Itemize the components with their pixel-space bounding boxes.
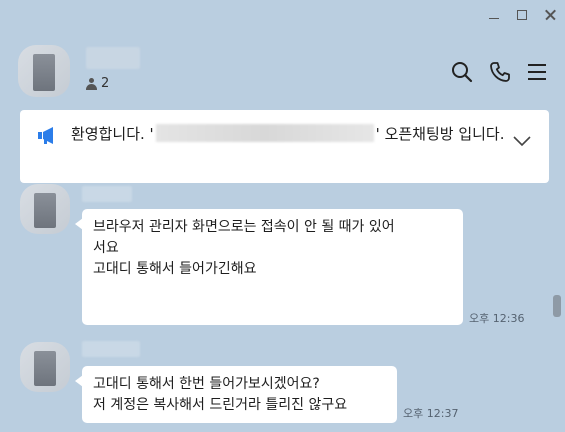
message-time: 오후 12:37 — [403, 407, 459, 420]
room-avatar[interactable] — [18, 45, 70, 97]
notice-text: 환영합니다. ' ' 오픈채팅방 입니다. — [71, 123, 511, 145]
person-icon — [86, 77, 97, 90]
sender-name-redacted — [82, 186, 132, 202]
message-line: 고대디 통해서 한번 들어가보시겠어요? — [93, 376, 320, 392]
message-line: 고대디 통해서 들어가긴해요 — [93, 261, 257, 277]
header-actions — [451, 61, 547, 83]
sender-avatar[interactable] — [20, 342, 70, 392]
notice-suffix: ' 오픈채팅방 입니다. — [375, 125, 505, 143]
message-line: 브라우저 관리자 화면으로는 접속이 안 될 때가 있어 — [93, 219, 395, 235]
window-controls — [487, 8, 557, 22]
message-bubble[interactable]: 브라우저 관리자 화면으로는 접속이 안 될 때가 있어 서요 고대디 통해서 … — [75, 209, 463, 325]
close-icon[interactable] — [543, 8, 557, 22]
sender-avatar[interactable] — [20, 184, 70, 234]
maximize-icon[interactable] — [515, 8, 529, 22]
chevron-down-icon[interactable] — [513, 132, 531, 151]
message-line: 서요 — [93, 240, 119, 256]
room-title-redacted — [155, 124, 374, 142]
search-icon[interactable] — [451, 61, 473, 83]
minimize-icon[interactable] — [487, 8, 501, 22]
message-line: 저 계정은 복사해서 드린거라 틀리진 않구요 — [93, 397, 348, 413]
sender-name-redacted — [82, 341, 140, 357]
scrollbar[interactable] — [553, 295, 561, 317]
member-count[interactable]: 2 — [86, 76, 109, 91]
message-bubble[interactable]: 고대디 통해서 한번 들어가보시겠어요? 저 계정은 복사해서 드린거라 틀리진… — [75, 366, 397, 423]
megaphone-icon — [37, 127, 57, 149]
phone-icon[interactable] — [489, 61, 511, 83]
notice-banner[interactable]: 환영합니다. ' ' 오픈채팅방 입니다. — [20, 110, 549, 183]
room-name-redacted — [86, 47, 140, 69]
message-time: 오후 12:36 — [469, 312, 525, 325]
chat-header: 2 — [18, 45, 547, 99]
notice-prefix: 환영합니다. ' — [71, 125, 154, 143]
member-count-value: 2 — [101, 76, 110, 91]
menu-icon[interactable] — [527, 63, 547, 81]
